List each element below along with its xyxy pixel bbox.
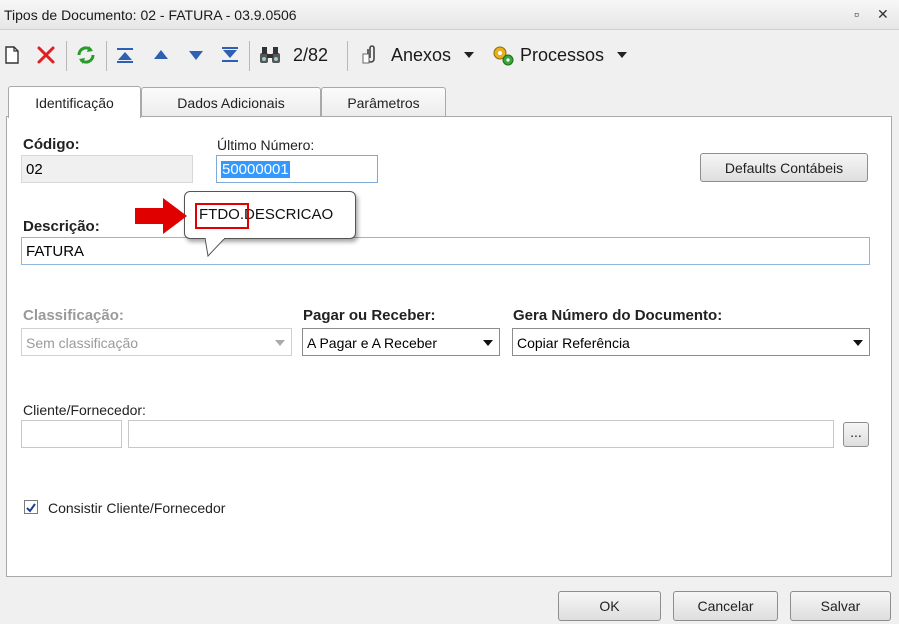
processes-button[interactable]: Processos: [520, 41, 604, 69]
classificacao-label: Classificação:: [23, 307, 124, 324]
consistir-checkbox[interactable]: [24, 500, 38, 514]
gera-numero-select[interactable]: Copiar Referência: [512, 328, 870, 356]
save-button[interactable]: Salvar: [790, 591, 891, 621]
refresh-icon[interactable]: [75, 41, 97, 69]
first-record-icon[interactable]: [116, 41, 134, 69]
checkmark-icon: [26, 503, 36, 513]
annotation-highlight-box: [195, 203, 249, 229]
consistir-label: Consistir Cliente/Fornecedor: [48, 500, 226, 516]
descricao-input[interactable]: FATURA: [21, 237, 870, 265]
field-tooltip: FTDO.DESCRICAO: [184, 191, 356, 239]
ultimo-numero-selected-value: 50000001: [221, 161, 290, 178]
pagar-receber-value: A Pagar e A Receber: [307, 335, 437, 351]
cancel-button[interactable]: Cancelar: [673, 591, 778, 621]
descricao-label: Descrição:: [23, 218, 100, 235]
classificacao-value: Sem classificação: [26, 335, 139, 351]
toolbar: 2/82 Anexos Processos: [0, 31, 899, 79]
chevron-down-icon[interactable]: [483, 340, 493, 346]
toolbar-separator: [249, 41, 250, 71]
cliente-fornecedor-label: Cliente/Fornecedor:: [23, 402, 146, 418]
binoculars-icon[interactable]: [258, 41, 282, 69]
tab-identificacao[interactable]: Identificação: [8, 86, 141, 118]
cliente-code-input[interactable]: [21, 420, 122, 448]
next-record-icon[interactable]: [187, 41, 205, 69]
new-record-icon[interactable]: [3, 41, 21, 69]
last-record-icon[interactable]: [221, 41, 239, 69]
ultimo-numero-input[interactable]: 50000001: [216, 155, 378, 183]
window-title: Tipos de Documento: 02 - FATURA - 03.9.0…: [4, 7, 297, 23]
tab-parametros[interactable]: Parâmetros: [321, 87, 446, 117]
classificacao-select: Sem classificação: [21, 328, 292, 356]
restore-icon[interactable]: ▫: [854, 6, 859, 22]
pagar-receber-label: Pagar ou Receber:: [303, 307, 436, 324]
cliente-name-input[interactable]: [128, 420, 834, 448]
toolbar-separator: [347, 41, 348, 71]
tooltip-tail: [205, 238, 226, 258]
pagar-receber-select[interactable]: A Pagar e A Receber: [302, 328, 500, 356]
defaults-contabeis-button[interactable]: Defaults Contábeis: [700, 153, 868, 182]
window-titlebar: Tipos de Documento: 02 - FATURA - 03.9.0…: [0, 0, 899, 30]
ultimo-numero-label: Último Número:: [217, 137, 315, 153]
tab-dados-adicionais[interactable]: Dados Adicionais: [141, 87, 321, 117]
attachments-button[interactable]: Anexos: [391, 41, 451, 69]
chevron-down-icon[interactable]: [853, 340, 863, 346]
codigo-label: Código:: [23, 136, 80, 153]
delete-icon[interactable]: [36, 41, 56, 69]
gera-numero-value: Copiar Referência: [517, 335, 630, 351]
processes-dropdown-icon[interactable]: [616, 41, 628, 69]
codigo-field: 02: [21, 155, 193, 183]
record-counter: 2/82: [293, 44, 329, 65]
chevron-down-icon: [275, 340, 285, 346]
toolbar-separator: [66, 41, 67, 71]
close-window-icon[interactable]: ✕: [877, 6, 889, 23]
ok-button[interactable]: OK: [558, 591, 661, 621]
gears-icon[interactable]: [491, 41, 515, 69]
lookup-button[interactable]: ...: [843, 422, 869, 447]
attachments-dropdown-icon[interactable]: [463, 41, 475, 69]
gera-numero-label: Gera Número do Documento:: [513, 307, 723, 324]
previous-record-icon[interactable]: [152, 41, 170, 69]
toolbar-separator: [106, 41, 107, 71]
annotation-arrow-icon: [135, 198, 187, 234]
paperclip-icon[interactable]: [360, 41, 382, 69]
